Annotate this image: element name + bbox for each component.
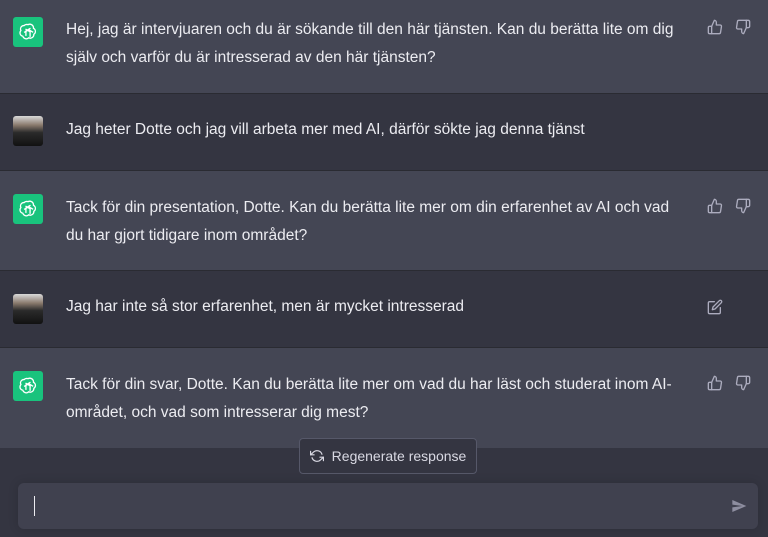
- user-message: Jag har inte så stor erfarenhet, men är …: [0, 271, 768, 348]
- thumbs-up-icon[interactable]: [706, 197, 724, 215]
- thumbs-down-icon[interactable]: [734, 197, 752, 215]
- message-actions: [706, 298, 724, 316]
- thumbs-down-icon[interactable]: [734, 18, 752, 36]
- edit-icon[interactable]: [706, 298, 724, 316]
- user-avatar: [13, 294, 43, 324]
- message-actions: [706, 18, 752, 36]
- user-avatar: [13, 116, 43, 146]
- assistant-message: Tack för din svar, Dotte. Kan du berätta…: [0, 348, 768, 448]
- refresh-icon: [309, 450, 324, 462]
- message-text: Hej, jag är intervjuaren och du är sökan…: [66, 21, 674, 66]
- message-actions: [706, 197, 752, 215]
- user-message: Jag heter Dotte och jag vill arbeta mer …: [0, 94, 768, 171]
- message-composer: [18, 483, 758, 529]
- message-text: Jag har inte så stor erfarenhet, men är …: [66, 298, 465, 315]
- chatgpt-avatar: [13, 371, 43, 401]
- message-actions: [706, 374, 752, 392]
- chatgpt-avatar: [13, 17, 43, 47]
- thumbs-down-icon[interactable]: [734, 374, 752, 392]
- regenerate-label: Regenerate response: [331, 448, 467, 464]
- text-caret: [34, 496, 35, 516]
- thumbs-up-icon[interactable]: [706, 18, 724, 36]
- chatgpt-avatar: [13, 194, 43, 224]
- message-text: Jag heter Dotte och jag vill arbeta mer …: [66, 121, 585, 138]
- openai-logo-icon: [19, 23, 37, 40]
- assistant-message: Tack för din presentation, Dotte. Kan du…: [0, 171, 768, 271]
- send-icon[interactable]: [730, 497, 748, 515]
- message-text: Tack för din presentation, Dotte. Kan du…: [66, 199, 670, 244]
- assistant-message: Hej, jag är intervjuaren och du är sökan…: [0, 0, 768, 94]
- regenerate-response-button[interactable]: Regenerate response: [299, 438, 477, 474]
- thumbs-up-icon[interactable]: [706, 374, 724, 392]
- openai-logo-icon: [19, 200, 37, 217]
- chat-input[interactable]: [32, 495, 716, 519]
- message-text: Tack för din svar, Dotte. Kan du berätta…: [66, 376, 672, 421]
- openai-logo-icon: [19, 377, 37, 394]
